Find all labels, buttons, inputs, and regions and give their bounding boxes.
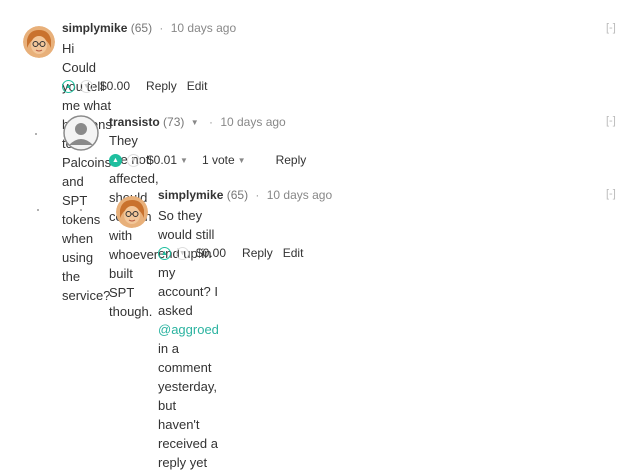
chevron-down-icon[interactable]: ▼ [127, 153, 140, 167]
reply-link[interactable]: Reply [276, 153, 307, 167]
author-name[interactable]: simplymike [158, 188, 223, 202]
vote-count[interactable]: 1 vote ▼ [202, 153, 246, 167]
avatar-simplymike[interactable] [116, 196, 148, 228]
comment-line: So they would still end up in my account… [158, 206, 219, 415]
avatar-simplymike[interactable] [23, 26, 55, 58]
thread-dot [35, 133, 37, 135]
collapse-toggle[interactable]: [-] [606, 22, 616, 34]
avatar-transisto[interactable] [63, 115, 99, 151]
chevron-down-icon[interactable]: ▼ [80, 79, 93, 93]
comment-line: Could you tell me what happens to Palcoi… [62, 60, 112, 303]
payout-value[interactable]: $0.00 [100, 79, 130, 93]
chevron-down-icon[interactable]: ▼ [176, 246, 189, 260]
caret-down-icon: ▼ [237, 156, 246, 165]
author-name[interactable]: simplymike [62, 21, 127, 35]
separator-dot: · [208, 115, 213, 129]
edit-link[interactable]: Edit [283, 246, 304, 260]
timestamp[interactable]: 10 days ago [171, 21, 236, 35]
chevron-up-icon[interactable]: ▲ [62, 79, 75, 93]
comment-line: haven't received a reply yet [158, 417, 218, 470]
author-reputation: (73) [163, 115, 185, 129]
comment-header: simplymike (65) · 10 days ago [158, 188, 332, 202]
comment-actions: ▲ ▼ $0.01 ▼ 1 vote ▼ Reply [109, 153, 316, 167]
comment-header: transisto (73) ▼ · 10 days ago [109, 115, 286, 129]
timestamp[interactable]: 10 days ago [267, 188, 332, 202]
thread-dot [37, 209, 39, 211]
comment-actions: ▲ ▼ $0.00 Reply Edit [62, 79, 217, 93]
mention-link[interactable]: @aggroed [158, 322, 219, 337]
thread-dot [80, 209, 82, 211]
collapse-toggle[interactable]: [-] [606, 188, 616, 200]
payout-value[interactable]: $0.01 ▼ [147, 153, 188, 167]
comment-text: So they would still end up in my account… [158, 208, 218, 318]
caret-down-icon[interactable]: ▼ [191, 118, 199, 127]
vote-count-label: 1 vote [201, 153, 235, 167]
collapse-toggle[interactable]: [-] [606, 115, 616, 127]
author-reputation: (65) [226, 188, 249, 202]
comment-header: simplymike (65) · 10 days ago [62, 21, 236, 35]
chevron-up-icon[interactable]: ▲ [109, 153, 122, 167]
reply-link[interactable]: Reply [146, 79, 177, 93]
reply-link[interactable]: Reply [242, 246, 273, 260]
comment-actions: ▲ ▼ $0.00 Reply Edit [158, 246, 313, 260]
payout-amount: $0.01 [147, 153, 178, 167]
comment-line: Hi [62, 41, 75, 56]
edit-link[interactable]: Edit [187, 79, 208, 93]
comment-text: in a comment yesterday, but [158, 341, 218, 413]
author-reputation: (65) [130, 21, 153, 35]
payout-value[interactable]: $0.00 [196, 246, 226, 260]
author-name[interactable]: transisto [109, 115, 160, 129]
separator-dot: · [159, 21, 164, 35]
chevron-up-icon[interactable]: ▲ [158, 246, 171, 260]
separator-dot: · [255, 188, 260, 202]
timestamp[interactable]: 10 days ago [220, 115, 285, 129]
caret-down-icon: ▼ [180, 156, 188, 165]
